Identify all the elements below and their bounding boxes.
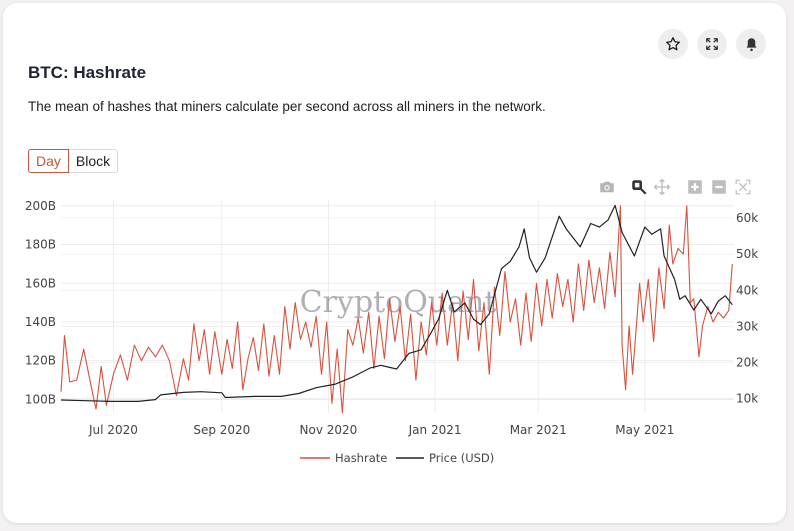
y-right-tick-label: 20k — [736, 355, 758, 369]
y-left-tick-label: 120B — [25, 354, 56, 368]
y-axis-left: 100B 120B 140B 160B 180B 200B — [25, 199, 56, 407]
y-right-tick-label: 10k — [736, 392, 758, 406]
x-tick-label: Nov 2020 — [300, 423, 358, 437]
y-right-tick-label: 30k — [736, 319, 758, 333]
y-right-tick-label: 60k — [736, 211, 758, 225]
watermark: CryptoQuant — [300, 285, 497, 320]
x-tick-label: Sep 2020 — [193, 423, 250, 437]
x-tick-label: Jul 2020 — [88, 423, 138, 437]
x-tick-label: Jan 2021 — [408, 423, 462, 437]
x-tick-label: Mar 2021 — [510, 423, 567, 437]
x-axis: Jul 2020 Sep 2020 Nov 2020 Jan 2021 Mar 2021… — [88, 423, 674, 437]
y-left-tick-label: 160B — [25, 276, 56, 290]
chart-svg[interactable]: CryptoQuant 100B 120B 140B 160B 180B 200B 10k… — [0, 0, 794, 531]
x-tick-label: May 2021 — [615, 423, 674, 437]
y-axis-right: 10k 20k 30k 40k 50k 60k — [736, 211, 758, 406]
y-left-tick-label: 180B — [25, 238, 56, 252]
legend[interactable]: Hashrate Price (USD) — [300, 451, 494, 465]
legend-label-price[interactable]: Price (USD) — [429, 451, 494, 465]
y-left-tick-label: 100B — [25, 392, 56, 406]
y-right-tick-label: 50k — [736, 247, 758, 261]
y-left-tick-label: 200B — [25, 199, 56, 213]
y-left-tick-label: 140B — [25, 315, 56, 329]
y-right-tick-label: 40k — [736, 283, 758, 297]
legend-label-hashrate[interactable]: Hashrate — [335, 451, 387, 465]
